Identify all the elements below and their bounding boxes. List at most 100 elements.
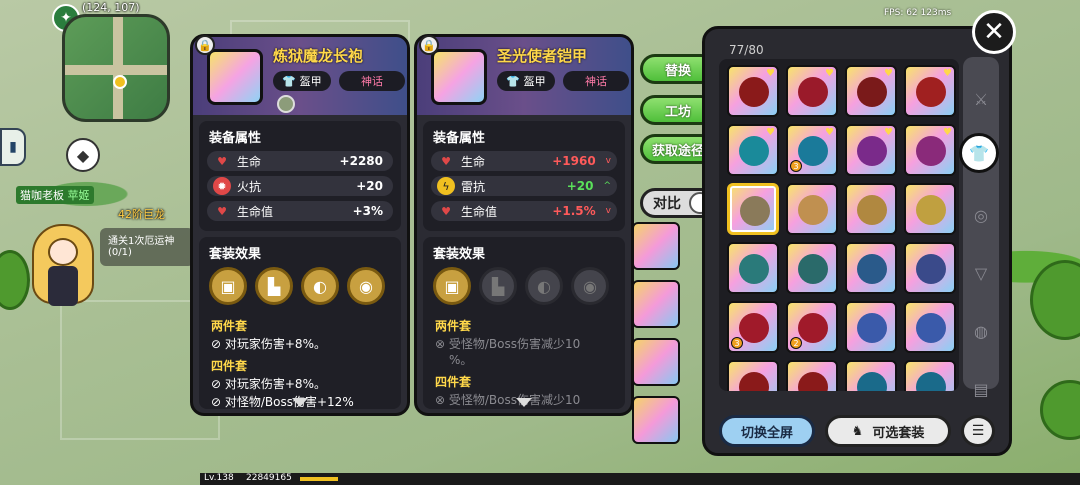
set-effects-section: 套装效果 ▣ ▙ ◐ ◉ 两件套 ⊗ 受怪物/Boss伤害减少10 %。 四件套… — [423, 237, 625, 409]
stat-row: ✹ 火抗 +20 — [207, 176, 393, 196]
amulet-icon[interactable]: ▽ — [965, 257, 997, 289]
npc-name: 猫咖老板 — [20, 189, 64, 202]
minimap[interactable] — [62, 14, 170, 122]
inventory-slot[interactable] — [727, 360, 779, 391]
filter-sort-icon[interactable]: ☰ — [961, 415, 995, 447]
inventory-slot[interactable] — [845, 360, 897, 391]
boots-piece-icon[interactable]: ▙ — [479, 267, 517, 305]
equipment-icon — [739, 77, 769, 107]
inventory-slot[interactable] — [727, 242, 779, 294]
two-piece-effect-cont: %。 — [449, 353, 473, 367]
boots-icon[interactable]: ▤ — [965, 373, 997, 405]
suit-select-button[interactable]: ♞ 可选套装 — [825, 415, 951, 447]
set-pieces: ▣ ▙ ◐ ◉ — [209, 267, 385, 305]
side-menu-button[interactable]: ▮ — [0, 128, 26, 166]
map-icon[interactable]: ◆ — [66, 138, 100, 172]
heart-icon: ♥ — [441, 204, 451, 218]
fps-readout: FPS: 62 123ms — [884, 8, 952, 18]
four-piece-effect-2: ⊘ 对怪物/Boss伤害+12% — [211, 395, 354, 409]
card-header: 圣光使者铠甲 👕 盔甲 神话 — [417, 37, 631, 115]
inventory-slot[interactable]: ♥ 3 — [786, 124, 838, 176]
equipment-icon — [916, 254, 946, 284]
set-pieces: ▣ ▙ ◐ ◉ — [433, 267, 609, 305]
helmet-piece-icon[interactable]: ◉ — [347, 267, 385, 305]
inventory-slot[interactable] — [904, 183, 956, 235]
armor-icon[interactable]: 👕 — [959, 133, 999, 173]
bracelet-icon[interactable]: ◍ — [965, 315, 997, 347]
ring-icon[interactable]: ◎ — [965, 199, 997, 231]
cape-piece-icon[interactable]: ◐ — [525, 267, 563, 305]
boots-piece-icon[interactable]: ▙ — [255, 267, 293, 305]
scroll-down-icon[interactable] — [516, 398, 532, 407]
stat-value: +1.5% — [552, 204, 596, 218]
inventory-count: 77/80 — [729, 43, 764, 57]
card-header: 炼狱魔龙长袍 👕 盔甲 神话 — [193, 37, 407, 115]
inventory-slot[interactable] — [786, 183, 838, 235]
attributes-title: 装备属性 — [433, 131, 486, 146]
lock-icon[interactable]: 🔒 — [419, 35, 439, 55]
lock-icon[interactable]: 🔒 — [195, 35, 215, 55]
equipment-icon — [857, 372, 887, 391]
stat-value: +20 — [566, 179, 594, 193]
set-effects-section: 套装效果 ▣ ▙ ◐ ◉ 两件套 ⊘ 对玩家伤害+8%。 四件套 ⊘ 对玩家伤害… — [199, 237, 401, 409]
inventory-panel: 77/80 ♥ ♥ ♥ ♥ ♥ ♥ 3 ♥ ♥ 3 2 ⚔ 👕 ◎ ▽ ◍ ▤ 切换全屏 ♞ 可选套装 ☰ — [702, 26, 1012, 456]
four-piece-effect: ⊘ 对玩家伤害+8%。 — [211, 377, 326, 391]
inventory-slot[interactable]: ♥ — [786, 65, 838, 117]
favorite-icon: ♥ — [766, 68, 775, 79]
armor-piece-icon[interactable]: ▣ — [433, 267, 471, 305]
stat-name: 雷抗 — [461, 179, 486, 194]
close-icon[interactable]: ✕ — [972, 10, 1016, 54]
inventory-slot[interactable] — [727, 183, 779, 235]
heart-icon: ♥ — [217, 154, 227, 168]
player-coordinates: (124, 107) — [82, 1, 140, 14]
armor-type-icon: 👕 — [282, 74, 297, 88]
inventory-slot[interactable]: ♥ — [727, 65, 779, 117]
item-type-pill: 👕 盔甲 — [497, 71, 555, 91]
inventory-slot[interactable] — [845, 183, 897, 235]
inventory-slot[interactable] — [786, 242, 838, 294]
inventory-slot[interactable]: ♥ — [904, 65, 956, 117]
stat-row: ϟ 雷抗 +20 ^ — [431, 176, 617, 196]
slot-level-badge: 3 — [731, 337, 743, 349]
inventory-slot[interactable]: ♥ — [727, 124, 779, 176]
fullscreen-button[interactable]: 切换全屏 — [719, 415, 815, 447]
inventory-slot[interactable] — [904, 301, 956, 353]
inventory-slot[interactable]: 2 — [786, 301, 838, 353]
quest-tracker[interactable]: 通关1次厄运神 (0/1) — [100, 228, 194, 266]
inventory-slot[interactable] — [845, 301, 897, 353]
inventory-slot[interactable]: 3 — [727, 301, 779, 353]
cape-piece-icon[interactable]: ◐ — [301, 267, 339, 305]
background-item-slot — [632, 222, 680, 270]
weapon-icon[interactable]: ⚔ — [965, 83, 997, 115]
inventory-slot[interactable]: ♥ — [845, 124, 897, 176]
set-effects-title: 套装效果 — [433, 247, 486, 262]
stat-row: ♥ 生命值 +1.5% v — [431, 201, 617, 221]
xp-bar: Lv.138 22849165 — [200, 473, 1080, 485]
armor-piece-icon[interactable]: ▣ — [209, 267, 247, 305]
npc-village: 苹姬 — [67, 189, 90, 202]
equipment-icon — [916, 136, 946, 166]
favorite-icon: ♥ — [943, 127, 952, 138]
player-marker-icon — [113, 75, 127, 89]
inventory-slot[interactable] — [786, 360, 838, 391]
inventory-slot[interactable] — [904, 360, 956, 391]
scroll-down-icon[interactable] — [292, 398, 308, 407]
helmet-piece-icon[interactable]: ◉ — [571, 267, 609, 305]
inventory-slot[interactable] — [845, 242, 897, 294]
equipment-icon — [798, 254, 828, 284]
item-title: 圣光使者铠甲 — [497, 47, 588, 65]
inventory-slot[interactable] — [904, 242, 956, 294]
inventory-slot[interactable]: ♥ — [845, 65, 897, 117]
minimap-road — [113, 17, 123, 119]
xp-fill — [300, 477, 338, 481]
inventory-slot[interactable]: ♥ — [904, 124, 956, 176]
fire-resist-icon: ✹ — [213, 177, 231, 195]
thunder-resist-icon: ϟ — [437, 177, 455, 195]
item-rarity-pill: 神话 — [563, 71, 629, 91]
equipment-icon — [857, 254, 887, 284]
character-face — [48, 238, 78, 266]
npc-name-tag: 猫咖老板 苹姬 — [16, 186, 94, 204]
two-piece-effect: ⊗ 受怪物/Boss伤害减少10 — [435, 337, 581, 351]
equipment-icon — [739, 136, 769, 166]
item-rarity-pill: 神话 — [339, 71, 405, 91]
